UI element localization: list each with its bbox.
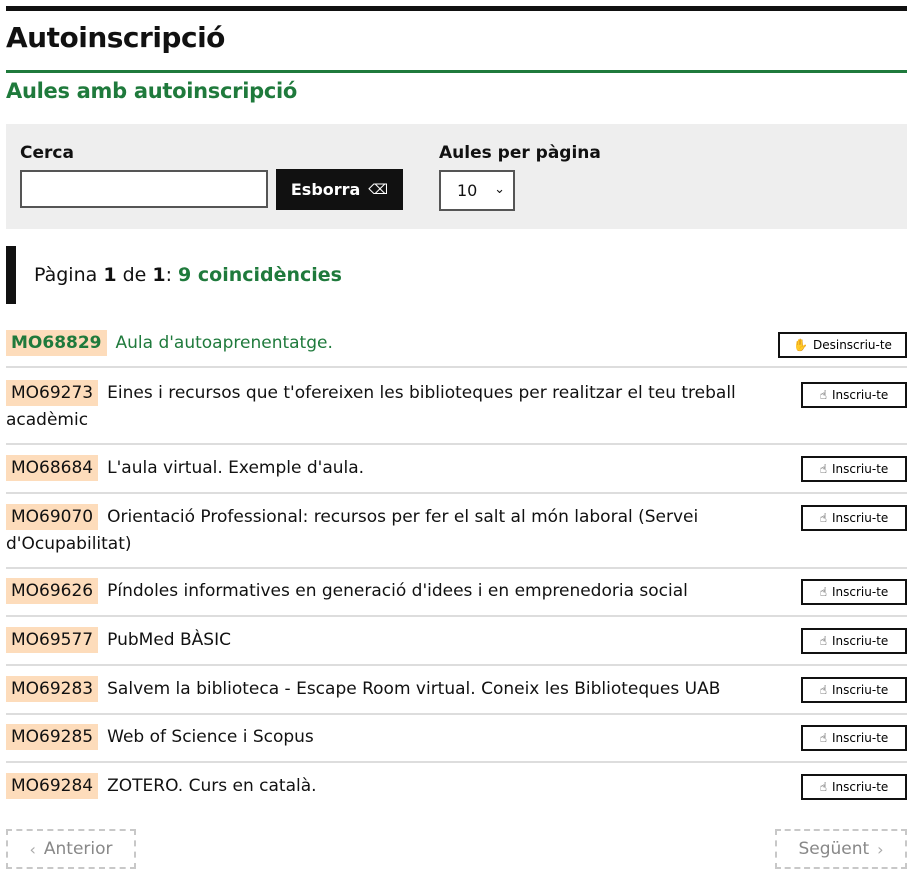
enroll-button[interactable]: ☝ Inscriu-te (801, 628, 907, 654)
chevron-left-icon: ‹ (29, 839, 36, 859)
unenroll-button-label: Desinscriu-te (812, 338, 892, 352)
top-bar (6, 6, 907, 11)
enroll-button[interactable]: ☝ Inscriu-te (801, 677, 907, 703)
results-page: 1 (103, 264, 117, 286)
course-code: MO69284 (6, 773, 99, 799)
hand-pointer-icon: ☝ (819, 511, 827, 525)
backspace-icon: ⌫ (368, 181, 389, 198)
enroll-button-label: Inscriu-te (832, 634, 889, 648)
next-page-label: Següent (798, 839, 870, 859)
course-code: MO69626 (6, 578, 99, 604)
list-item: MO68829 Aula d'autoaprenentatge. ✋ Desinsc… (6, 330, 907, 368)
search-label: Cerca (20, 143, 74, 163)
enroll-button[interactable]: ☝ Inscriu-te (801, 579, 907, 605)
hand-pointer-icon: ☝ (819, 462, 827, 476)
hand-pointer-icon: ☝ (819, 683, 827, 697)
enroll-button[interactable]: ☝ Inscriu-te (801, 456, 907, 482)
enroll-button-label: Inscriu-te (832, 511, 889, 525)
enroll-button-label: Inscriu-te (832, 585, 889, 599)
list-item: MO69284 ZOTERO. Curs en català. ☝ Inscriu-… (6, 773, 907, 809)
course-title-link[interactable]: Aula d'autoaprenentatge. (116, 333, 333, 353)
enroll-button[interactable]: ☝ Inscriu-te (801, 725, 907, 751)
course-title: Píndoles informatives en generació d'ide… (107, 581, 688, 601)
course-title: Eines i recursos que t'ofereixen les bib… (6, 383, 736, 430)
results-count: 9 coincidències (178, 264, 342, 286)
course-code: MO69273 (6, 380, 99, 406)
next-page-button[interactable]: Següent › (775, 829, 907, 869)
hand-pointer-icon: ☝ (819, 388, 827, 402)
per-page-label: Aules per pàgina (439, 143, 601, 163)
course-title: Salvem la biblioteca - Escape Room virtu… (107, 679, 721, 699)
results-of: de (122, 264, 147, 286)
enroll-button-label: Inscriu-te (832, 780, 889, 794)
course-title: Web of Science i Scopus (107, 727, 314, 747)
course-title: L'aula virtual. Exemple d'aula. (107, 458, 365, 478)
search-input[interactable] (20, 170, 268, 208)
list-item: MO69273 Eines i recursos que t'ofereixen … (6, 380, 907, 445)
enroll-button-label: Inscriu-te (832, 683, 889, 697)
course-code: MO68829 (6, 330, 107, 356)
enroll-button[interactable]: ☝ Inscriu-te (801, 505, 907, 531)
course-code: MO69577 (6, 627, 99, 653)
clear-button[interactable]: Esborra ⌫ (276, 169, 403, 210)
chevron-right-icon: › (877, 839, 884, 859)
list-item: MO69070 Orientació Professional: recursos… (6, 504, 907, 569)
per-page-value: 10 (457, 181, 478, 200)
page-title: Autoinscripció (6, 21, 225, 54)
course-title: ZOTERO. Curs en català. (107, 776, 317, 796)
course-code: MO69070 (6, 504, 99, 530)
title-divider (6, 70, 907, 73)
hand-pointer-icon: ☝ (819, 731, 827, 745)
hand-pointer-icon: ☝ (819, 585, 827, 599)
chevron-down-icon: ⌄ (494, 182, 505, 197)
course-title: PubMed BÀSIC (107, 630, 231, 650)
enroll-button[interactable]: ☝ Inscriu-te (801, 774, 907, 800)
list-item: MO68684 L'aula virtual. Exemple d'aula. ☝… (6, 455, 907, 494)
course-code: MO69285 (6, 724, 99, 750)
unenroll-button[interactable]: ✋ Desinscriu-te (778, 332, 907, 358)
list-item: MO69285 Web of Science i Scopus ☝ Inscriu-… (6, 724, 907, 763)
enroll-button-label: Inscriu-te (832, 731, 889, 745)
results-prefix: Pàgina (34, 264, 98, 286)
previous-page-button[interactable]: ‹ Anterior (6, 829, 136, 869)
list-item: MO69283 Salvem la biblioteca - Escape Roo… (6, 676, 907, 715)
clear-button-label: Esborra (290, 180, 361, 199)
course-code: MO68684 (6, 455, 99, 481)
enroll-button-label: Inscriu-te (832, 462, 889, 476)
course-title: Orientació Professional: recursos per fe… (6, 507, 699, 554)
results-colon: : (165, 264, 173, 286)
course-code: MO69283 (6, 676, 99, 702)
hand-wave-icon: ✋ (793, 338, 808, 352)
results-summary: Pàgina 1 de 1: 9 coincidències (6, 246, 342, 304)
enroll-button-label: Inscriu-te (832, 388, 889, 402)
hand-pointer-icon: ☝ (819, 634, 827, 648)
hand-pointer-icon: ☝ (819, 780, 827, 794)
enroll-button[interactable]: ☝ Inscriu-te (801, 382, 907, 408)
list-item: MO69626 Píndoles informatives en generaci… (6, 578, 907, 617)
results-total-pages: 1 (152, 264, 166, 286)
section-title: Aules amb autoinscripció (6, 79, 297, 103)
list-item: MO69577 PubMed BÀSIC ☝ Inscriu-te (6, 627, 907, 666)
per-page-select[interactable]: 10 ⌄ (439, 170, 515, 211)
filter-panel: Cerca Esborra ⌫ Aules per pàgina 10 ⌄ (6, 124, 907, 229)
previous-page-label: Anterior (43, 839, 113, 859)
